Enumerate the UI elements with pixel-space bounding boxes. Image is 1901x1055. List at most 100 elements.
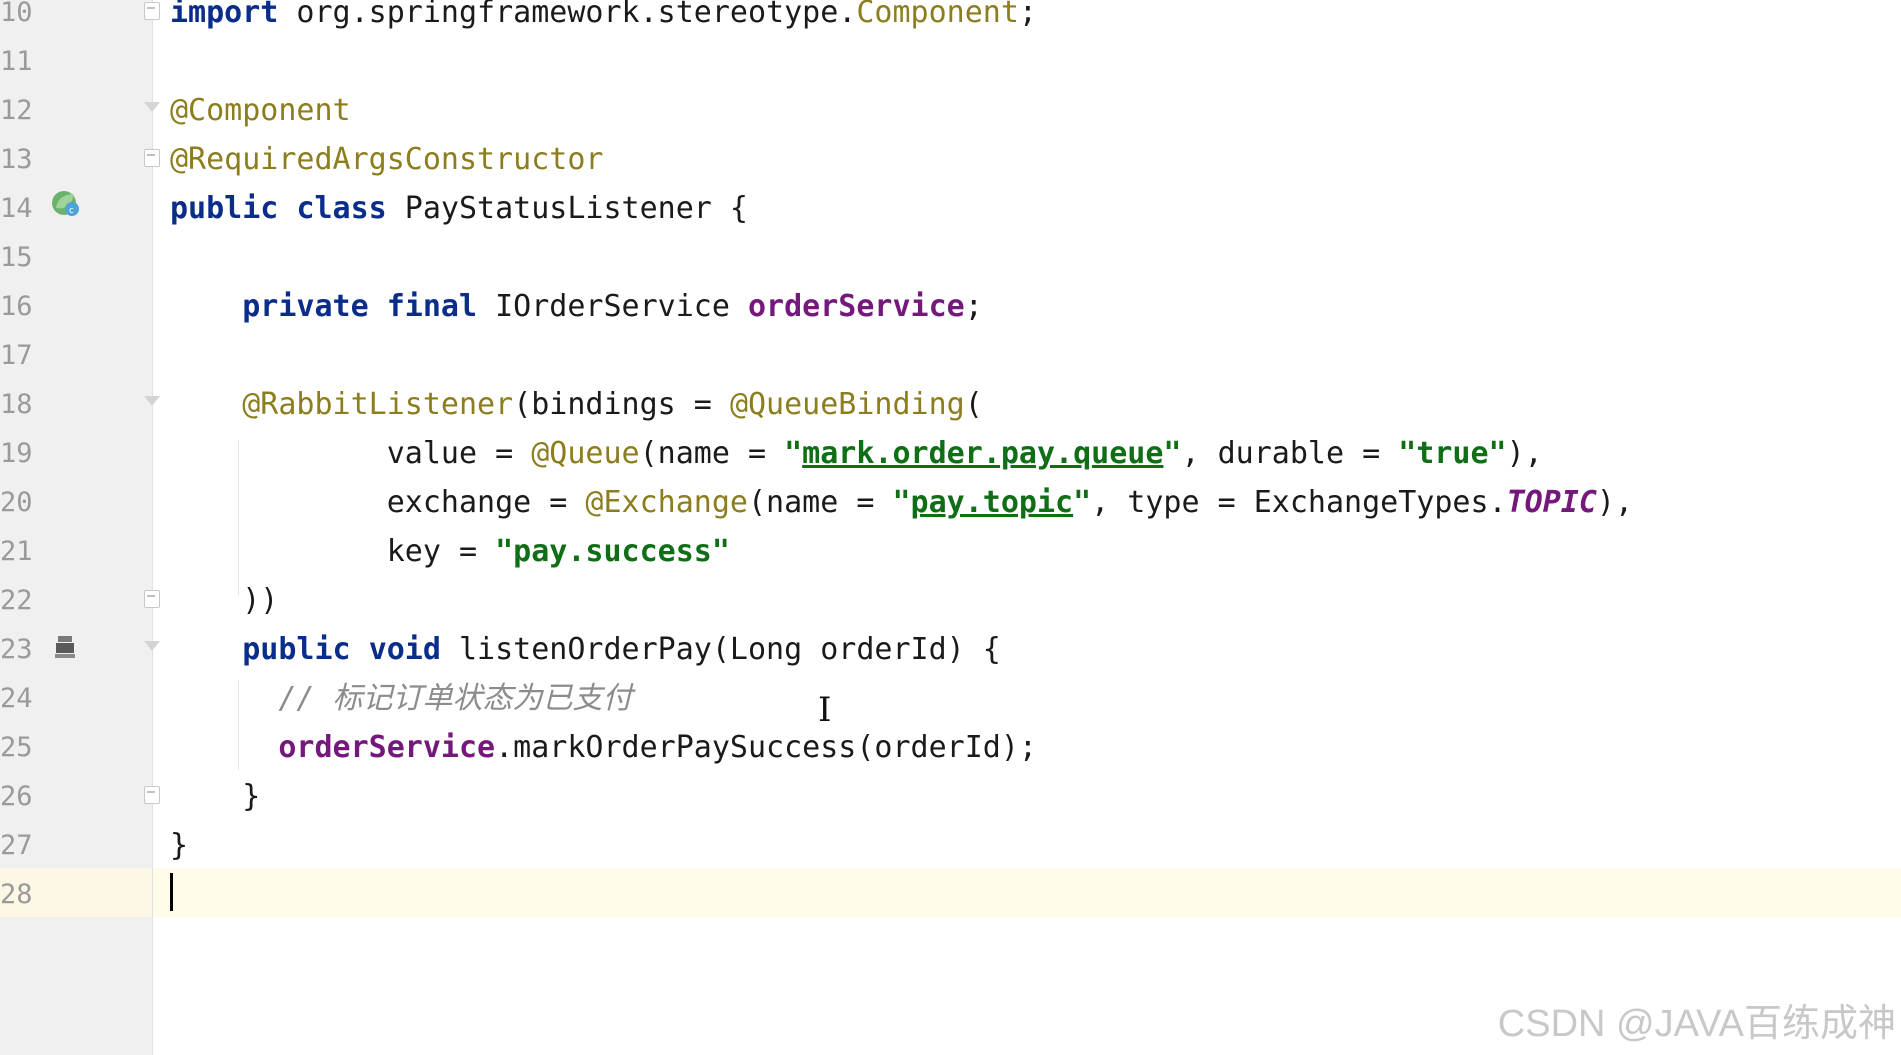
fold-marker-icon[interactable] — [144, 590, 160, 608]
spring-bean-icon[interactable]: c — [50, 188, 80, 218]
line-number: 10 — [0, 0, 33, 28]
line-number: 16 — [0, 291, 33, 322]
fold-marker-icon[interactable] — [144, 2, 160, 20]
code-line[interactable]: 27} — [0, 821, 1901, 870]
code-token: pay.topic — [910, 485, 1074, 520]
code-line[interactable]: 15 — [0, 233, 1901, 282]
code-token: TOPIC — [1506, 485, 1597, 520]
code-line[interactable]: 10 import org.springframework.stereotype.… — [0, 0, 1901, 37]
code-token: } — [170, 828, 189, 863]
code-line[interactable]: 25 orderService.markOrderPaySuccess(orde… — [0, 723, 1901, 772]
code-token: value = — [170, 436, 532, 471]
code-token: Component — [856, 0, 1019, 30]
code-line[interactable]: 16 private final IOrderService orderServ… — [0, 282, 1901, 331]
code-token: IOrderService — [477, 289, 748, 324]
code-text: public class PayStatusListener { — [170, 184, 748, 233]
line-number: 15 — [0, 242, 33, 273]
code-token: import — [170, 0, 279, 30]
fold-marker-icon[interactable] — [144, 100, 160, 118]
code-token: , type = ExchangeTypes. — [1091, 485, 1507, 520]
code-token: exchange = — [170, 485, 586, 520]
code-text: @RequiredArgsConstructor — [170, 135, 603, 184]
code-text: exchange = @Exchange(name = "pay.topic",… — [170, 478, 1633, 527]
fold-marker-icon[interactable] — [144, 149, 160, 167]
code-token: // 标记订单状态为已支付 — [278, 681, 633, 716]
code-token: (name = — [639, 436, 785, 471]
code-line[interactable]: 18 @RabbitListener(bindings = @QueueBind… — [0, 380, 1901, 429]
code-text: )) — [170, 576, 278, 625]
line-number: 22 — [0, 585, 33, 616]
code-token: ; — [1018, 0, 1037, 30]
code-text: public void listenOrderPay(Long orderId)… — [170, 625, 1001, 674]
svg-text:c: c — [69, 206, 74, 216]
code-token: class — [296, 191, 387, 226]
code-line[interactable]: 20 exchange = @Exchange(name = "pay.topi… — [0, 478, 1901, 527]
line-number: 14 — [0, 193, 33, 224]
code-line[interactable]: 17 — [0, 331, 1901, 380]
code-text: // 标记订单状态为已支付 — [170, 674, 633, 723]
code-text: } — [170, 772, 260, 821]
code-token: @RabbitListener — [242, 387, 514, 422]
code-token: @QueueBinding — [729, 387, 965, 422]
line-number: 24 — [0, 683, 33, 714]
line-number: 17 — [0, 340, 33, 371]
line-number: 20 — [0, 487, 33, 518]
rabbit-listener-icon[interactable] — [50, 632, 80, 662]
code-token: " — [892, 485, 911, 520]
code-token: " — [784, 436, 803, 471]
code-token: mark.order.pay.queue — [802, 436, 1164, 471]
watermark: CSDN @JAVA百练成神 — [1497, 1003, 1896, 1045]
fold-marker-icon[interactable] — [144, 639, 160, 657]
code-token: , durable = — [1181, 436, 1399, 471]
code-token: " — [1163, 436, 1182, 471]
code-line[interactable]: 28 — [0, 870, 1901, 919]
code-line[interactable]: 12 @Component — [0, 86, 1901, 135]
code-token: orderService — [278, 730, 496, 765]
code-token: orderService — [748, 289, 965, 324]
code-token: "true" — [1398, 436, 1507, 471]
code-token: "pay.success" — [495, 534, 730, 569]
line-number: 25 — [0, 732, 33, 763]
code-text: key = "pay.success" — [170, 527, 730, 576]
code-text: value = @Queue(name = "mark.order.pay.qu… — [170, 429, 1543, 478]
line-number: 28 — [0, 879, 33, 910]
line-number: 12 — [0, 95, 33, 126]
code-line[interactable]: 11 — [0, 37, 1901, 86]
code-token: " — [1073, 485, 1092, 520]
code-text: @Component — [170, 86, 351, 135]
line-number: 21 — [0, 536, 33, 567]
fold-marker-icon[interactable] — [144, 786, 160, 804]
code-text: import org.springframework.stereotype.Co… — [170, 0, 1037, 37]
line-number: 26 — [0, 781, 33, 812]
code-token: private — [242, 289, 369, 324]
code-token: public — [170, 191, 279, 226]
code-token: final — [386, 289, 478, 324]
code-line[interactable]: 26 } — [0, 772, 1901, 821]
code-line[interactable]: 22 )) — [0, 576, 1901, 625]
code-token: ; — [964, 289, 983, 324]
code-text: orderService.markOrderPaySuccess(orderId… — [170, 723, 1037, 772]
code-line[interactable]: 24 // 标记订单状态为已支付 — [0, 674, 1901, 723]
code-line[interactable]: 14 public class PayStatusListener { — [0, 184, 1901, 233]
line-number: 11 — [0, 46, 33, 77]
code-token: ), — [1506, 436, 1543, 471]
fold-marker-icon[interactable] — [144, 394, 160, 412]
code-token: @Queue — [531, 436, 640, 471]
code-token: public — [242, 632, 351, 667]
code-token: @Component — [170, 93, 351, 128]
code-line[interactable]: 23 public void listenOrderPay(Long order… — [0, 625, 1901, 674]
code-token: key = — [170, 534, 496, 569]
line-number: 13 — [0, 144, 33, 175]
code-line[interactable]: 21 key = "pay.success" — [0, 527, 1901, 576]
text-caret — [170, 873, 173, 911]
code-line[interactable]: 19 value = @Queue(name = "mark.order.pay… — [0, 429, 1901, 478]
code-line[interactable]: 13 @RequiredArgsConstructor — [0, 135, 1901, 184]
code-token: listenOrderPay(Long orderId) { — [440, 632, 1001, 667]
